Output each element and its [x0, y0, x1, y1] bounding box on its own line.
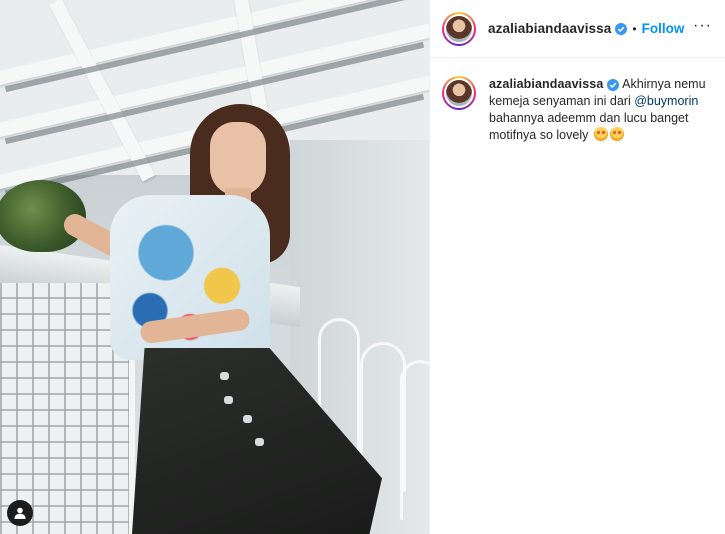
- smiling-face-with-heart-eyes-icon: [609, 127, 624, 141]
- post-username[interactable]: azaliabiandaavissa: [488, 21, 611, 36]
- more-options-icon[interactable]: ···: [693, 18, 712, 34]
- verified-badge-icon: [607, 78, 620, 91]
- caption-body-end: bahannya adeemm dan lucu banget motifnya…: [489, 111, 689, 142]
- smiling-face-with-heart-eyes-icon: [593, 127, 608, 141]
- model: [50, 100, 390, 534]
- verified-badge-icon: [615, 22, 628, 35]
- separator: •: [632, 21, 637, 36]
- user-tag-button[interactable]: [7, 500, 33, 526]
- follow-button[interactable]: Follow: [642, 21, 685, 36]
- chair: [400, 360, 429, 520]
- caption-avatar[interactable]: [442, 76, 476, 110]
- post-sidebar: azaliabiandaavissa • Follow ··· azaliabi…: [429, 0, 725, 534]
- mention-link[interactable]: @buymorin: [634, 94, 698, 108]
- caption-username[interactable]: azaliabiandaavissa: [489, 77, 603, 91]
- user-tag-icon: [14, 507, 26, 519]
- caption-text: azaliabiandaavissa Akhirnya nemu kemeja …: [489, 76, 714, 144]
- post-header: azaliabiandaavissa • Follow ···: [430, 0, 725, 58]
- caption-comment: azaliabiandaavissa Akhirnya nemu kemeja …: [442, 76, 718, 144]
- post-photo[interactable]: [0, 0, 429, 534]
- avatar[interactable]: [442, 11, 476, 46]
